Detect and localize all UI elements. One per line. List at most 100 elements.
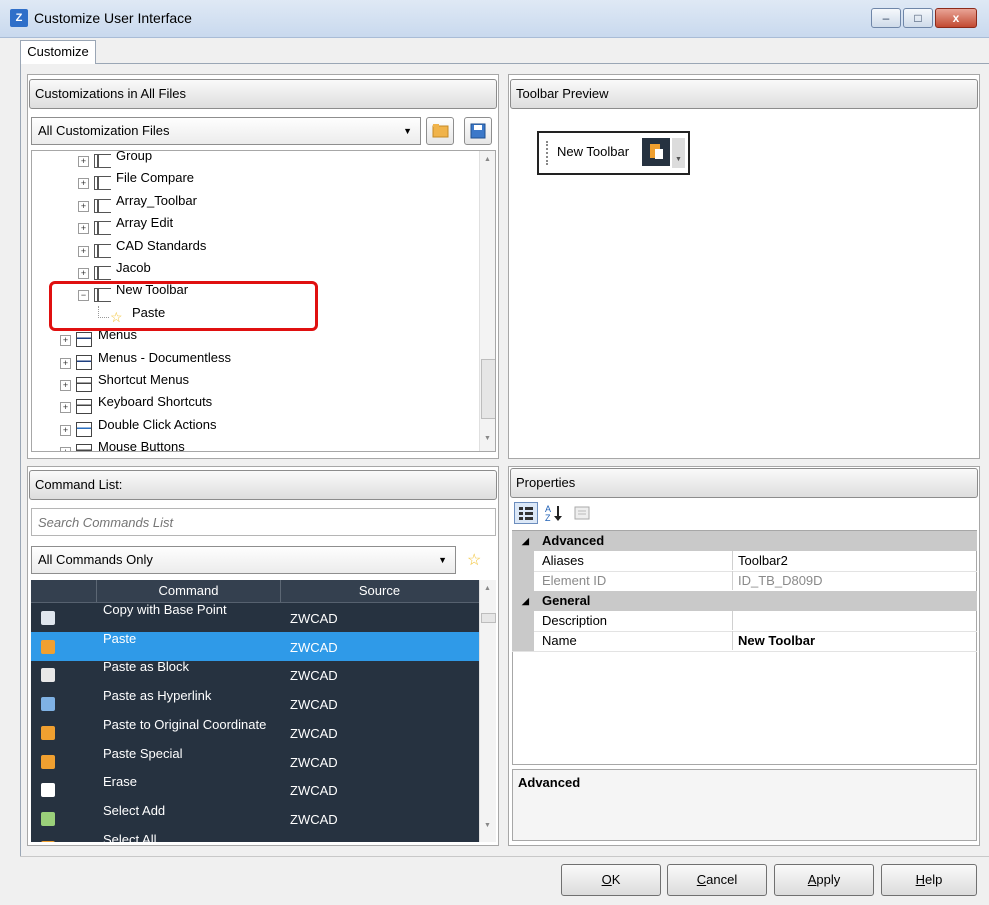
- customization-files-dropdown[interactable]: All Customization Files ▼: [31, 117, 421, 145]
- command-icon: [41, 725, 55, 740]
- property-pages-button[interactable]: [572, 503, 592, 523]
- save-file-button[interactable]: [464, 117, 492, 145]
- command-scroll-thumb[interactable]: [481, 613, 496, 623]
- tree-scroll-thumb[interactable]: [481, 359, 495, 419]
- new-command-star-icon[interactable]: ☆: [467, 550, 481, 570]
- toolbar-grip[interactable]: [546, 141, 548, 165]
- command-name: Paste to Original Coordinate: [103, 716, 267, 732]
- command-name: Paste as Block: [103, 659, 189, 675]
- column-header-command[interactable]: Command: [96, 580, 281, 602]
- property-value[interactable]: Toolbar2: [738, 551, 788, 570]
- expand-icon[interactable]: +: [78, 223, 89, 235]
- tree-item-file-compare[interactable]: + File Compare: [32, 170, 477, 193]
- category-general-label: General: [542, 593, 591, 608]
- toolbar-preview-header: Toolbar Preview: [510, 79, 978, 109]
- alphabetical-view-button[interactable]: AZ: [543, 502, 565, 524]
- property-row-description[interactable]: Description: [512, 611, 977, 632]
- property-value[interactable]: New Toolbar: [738, 631, 815, 650]
- tree-item-label: Array_Toolbar: [116, 192, 197, 208]
- toolbar-icon: [94, 176, 111, 191]
- command-row-copy-with-base-point[interactable]: Copy with Base Point ZWCAD: [31, 602, 479, 632]
- tree-item-mouse-buttons[interactable]: + Mouse Buttons: [32, 439, 477, 451]
- help-button[interactable]: Help: [881, 864, 977, 896]
- close-button[interactable]: x: [935, 8, 977, 28]
- preview-paste-button[interactable]: [642, 138, 670, 166]
- expand-icon[interactable]: +: [60, 402, 71, 414]
- double-click-icon: [76, 421, 92, 437]
- property-help-title: Advanced: [518, 775, 581, 790]
- command-row-erase[interactable]: Erase ZWCAD: [31, 774, 479, 804]
- expand-icon[interactable]: +: [78, 178, 89, 190]
- open-file-button[interactable]: [426, 117, 454, 145]
- toolbar-overflow-button[interactable]: ▼: [672, 138, 685, 168]
- tree-item-array-toolbar[interactable]: + Array_Toolbar: [32, 193, 477, 216]
- maximize-button[interactable]: □: [903, 8, 933, 28]
- command-name: Paste: [103, 630, 137, 646]
- command-row-paste-special[interactable]: Paste Special ZWCAD: [31, 745, 479, 776]
- command-row-paste[interactable]: Paste ZWCAD: [31, 630, 479, 661]
- expand-icon[interactable]: +: [60, 357, 71, 369]
- command-table-scrollbar[interactable]: ▲ ▼: [479, 580, 496, 842]
- command-source: ZWCAD: [290, 668, 338, 684]
- command-source: ZWCAD: [290, 811, 338, 827]
- column-header-source[interactable]: Source: [280, 580, 479, 602]
- categorized-view-button[interactable]: [514, 502, 538, 524]
- property-row-name[interactable]: Name New Toolbar: [512, 631, 977, 652]
- expand-icon[interactable]: +: [78, 200, 89, 212]
- command-table-header: Command Source: [31, 580, 479, 603]
- expand-icon[interactable]: +: [60, 424, 71, 436]
- command-row-paste-as-hyperlink[interactable]: Paste as Hyperlink ZWCAD: [31, 688, 479, 718]
- command-icon: [41, 611, 55, 625]
- filter-value: All Commands Only: [38, 552, 153, 567]
- ok-button[interactable]: OK: [561, 864, 661, 896]
- command-name: Copy with Base Point: [103, 602, 227, 617]
- property-pages-icon: [574, 506, 590, 520]
- folder-icon: [432, 124, 449, 138]
- expand-icon[interactable]: +: [78, 156, 89, 167]
- command-row-select-add[interactable]: Select Add ZWCAD: [31, 802, 479, 833]
- cancel-button[interactable]: Cancel: [667, 864, 767, 896]
- property-row-element-id[interactable]: Element ID ID_TB_D809D: [512, 571, 977, 592]
- command-name: Paste Special: [103, 745, 183, 761]
- category-advanced[interactable]: ◢ Advanced: [512, 531, 977, 551]
- search-commands-input[interactable]: [31, 508, 496, 536]
- categorized-icon: [519, 507, 533, 520]
- preview-toolbar-label: New Toolbar: [557, 144, 630, 159]
- expand-icon[interactable]: +: [78, 268, 89, 279]
- property-help-area: Advanced: [512, 769, 977, 841]
- expand-icon[interactable]: +: [78, 245, 89, 257]
- collapse-triangle-icon[interactable]: ◢: [522, 591, 529, 611]
- dropdown-value: All Customization Files: [38, 123, 170, 138]
- property-row-aliases[interactable]: Aliases Toolbar2: [512, 551, 977, 572]
- property-label: Aliases: [542, 553, 584, 568]
- command-table[interactable]: Command Source Copy with Base Point ZWCAD…: [31, 580, 496, 842]
- command-icon: [41, 840, 55, 842]
- preview-toolbar[interactable]: New Toolbar ▼: [537, 131, 690, 175]
- tree-item-cad-standards[interactable]: + CAD Standards: [32, 238, 477, 261]
- tab-customize[interactable]: Customize: [20, 40, 96, 64]
- apply-button[interactable]: Apply: [774, 864, 874, 896]
- toolbar-icon: [94, 221, 111, 236]
- tree-item-label: Shortcut Menus: [98, 372, 190, 387]
- expand-icon[interactable]: +: [60, 447, 71, 451]
- command-row-paste-as-block[interactable]: Paste as Block ZWCAD: [31, 659, 479, 689]
- collapse-triangle-icon[interactable]: ◢: [522, 531, 529, 551]
- command-source: ZWCAD: [290, 639, 338, 655]
- scroll-down-arrow-icon: ▼: [484, 822, 491, 829]
- command-row-select-all[interactable]: Select All: [31, 832, 479, 842]
- toolbar-icon: [94, 154, 111, 168]
- menu-icon: [76, 332, 92, 348]
- tree-scrollbar[interactable]: ▲ ▼: [479, 151, 495, 451]
- command-filter-dropdown[interactable]: All Commands Only ▼: [31, 546, 456, 574]
- minimize-button[interactable]: –: [871, 8, 901, 28]
- tree-item-array-edit[interactable]: + Array Edit: [32, 215, 477, 238]
- expand-icon[interactable]: +: [60, 380, 71, 391]
- command-row-paste-to-original-coordinate[interactable]: Paste to Original Coordinate ZWCAD: [31, 716, 479, 747]
- tree-item-group[interactable]: + Group: [32, 151, 477, 171]
- command-name: Select Add: [103, 802, 166, 818]
- tree-item-jacob[interactable]: + Jacob: [32, 260, 477, 283]
- expand-icon[interactable]: +: [60, 335, 71, 347]
- command-icon: [41, 697, 55, 712]
- tree-item-label: File Compare: [116, 170, 195, 186]
- category-general[interactable]: ◢ General: [512, 591, 977, 611]
